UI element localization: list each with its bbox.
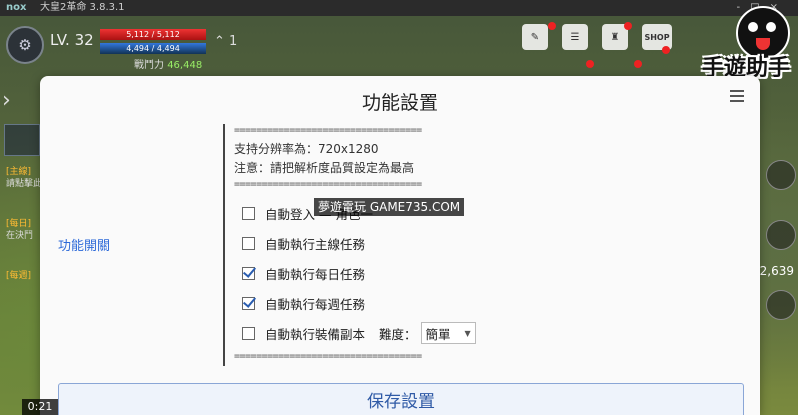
save-settings-button[interactable]: 保存設置 <box>58 383 744 415</box>
resource-count: 2,639 <box>759 264 794 278</box>
option-auto-dungeon[interactable]: 自動執行裝備副本 難度： 簡單 ▼ <box>242 322 476 344</box>
mascot-tongue <box>756 38 770 50</box>
top-menu-icons: ✎ ☰ ♜ SHOP <box>522 24 672 50</box>
separator-line: ================================== <box>234 351 422 362</box>
sidebar-item-feature-toggle[interactable]: 功能開關 <box>58 235 110 254</box>
notification-dot <box>586 60 594 68</box>
quest-main-text[interactable]: 請點擊此 <box>6 176 42 189</box>
menu-list-icon[interactable]: ☰ <box>562 24 588 50</box>
mp-bar: 4,494 / 4,494 <box>100 43 206 54</box>
emulator-logo: nox <box>6 2 27 13</box>
auto-weekly-quest-checkbox[interactable] <box>242 297 255 310</box>
separator-line: ================================== <box>234 125 422 136</box>
rank-chevron-icon: ⌃ <box>214 34 225 49</box>
separator-line: ================================== <box>234 179 422 190</box>
mascot-eye <box>766 22 776 32</box>
auto-main-quest-checkbox[interactable] <box>242 237 255 250</box>
difficulty-select[interactable]: 簡單 ▼ <box>420 322 476 344</box>
skill-button[interactable] <box>766 220 796 250</box>
class-emblem-icon[interactable]: ⚙ <box>6 26 44 64</box>
chevron-down-icon: ▼ <box>464 328 471 338</box>
video-timestamp: 0:21 <box>22 399 58 415</box>
settings-dialog: 功能設置 功能開關 ==============================… <box>40 76 760 415</box>
site-watermark: 夢遊電玩 GAME735.COM <box>314 198 465 216</box>
option-label: 自動執行裝備副本 <box>265 326 366 342</box>
auto-login-checkbox[interactable] <box>242 207 255 220</box>
quest-tab[interactable] <box>4 124 40 156</box>
dialog-title: 功能設置 <box>361 92 438 114</box>
settings-content: ================================== 支持分辨率… <box>234 124 564 192</box>
notification-dot <box>624 22 632 30</box>
quest-scroll-icon[interactable]: ✎ <box>522 24 548 50</box>
hamburger-menu-icon[interactable] <box>730 90 744 104</box>
combat-power-value: 46,448 <box>167 60 203 71</box>
option-auto-main-quest[interactable]: 自動執行主線任務 <box>242 234 365 253</box>
quest-weekly-tag[interactable]: [每週] <box>6 268 31 281</box>
settings-footer: ================================== <box>234 350 564 364</box>
notification-dot <box>662 46 670 54</box>
auto-dungeon-checkbox[interactable] <box>242 326 255 340</box>
expand-chevron-icon[interactable]: › <box>2 88 11 113</box>
rank-indicator: ⌃ 1 <box>214 34 237 49</box>
auto-daily-quest-checkbox[interactable] <box>242 267 255 280</box>
notification-dot <box>634 60 642 68</box>
option-auto-daily-quest[interactable]: 自動執行每日任務 <box>242 264 365 283</box>
option-label: 自動執行每日任務 <box>265 267 366 282</box>
difficulty-value: 簡單 <box>425 326 451 342</box>
quality-notice: 注意：請把解析度品質設定為最高 <box>234 161 415 175</box>
player-level: LV. 32 <box>50 31 94 49</box>
resolution-info: 支持分辨率為：720x1280 <box>234 142 379 156</box>
difficulty-label: 難度： <box>379 326 417 342</box>
combat-power: 戰鬥力 46,448 <box>134 56 202 71</box>
quest-daily-text[interactable]: 在決鬥 <box>6 228 33 241</box>
option-label: 自動執行每週任務 <box>265 297 366 312</box>
emulator-titlebar: nox 大皇2革命 3.8.3.1 -□× <box>0 0 798 16</box>
option-auto-weekly-quest[interactable]: 自動執行每週任務 <box>242 294 365 313</box>
skill-button[interactable] <box>766 290 796 320</box>
rank-value: 1 <box>229 34 238 49</box>
mascot-eye <box>748 22 758 32</box>
combat-power-label: 戰鬥力 <box>134 60 164 71</box>
option-label: 自動執行主線任務 <box>265 237 366 252</box>
notification-dot <box>548 22 556 30</box>
emulator-title: 大皇2革命 3.8.3.1 <box>40 2 125 13</box>
vertical-divider <box>223 124 225 366</box>
skill-button[interactable] <box>766 160 796 190</box>
hp-bar: 5,112 / 5,112 <box>100 29 206 40</box>
